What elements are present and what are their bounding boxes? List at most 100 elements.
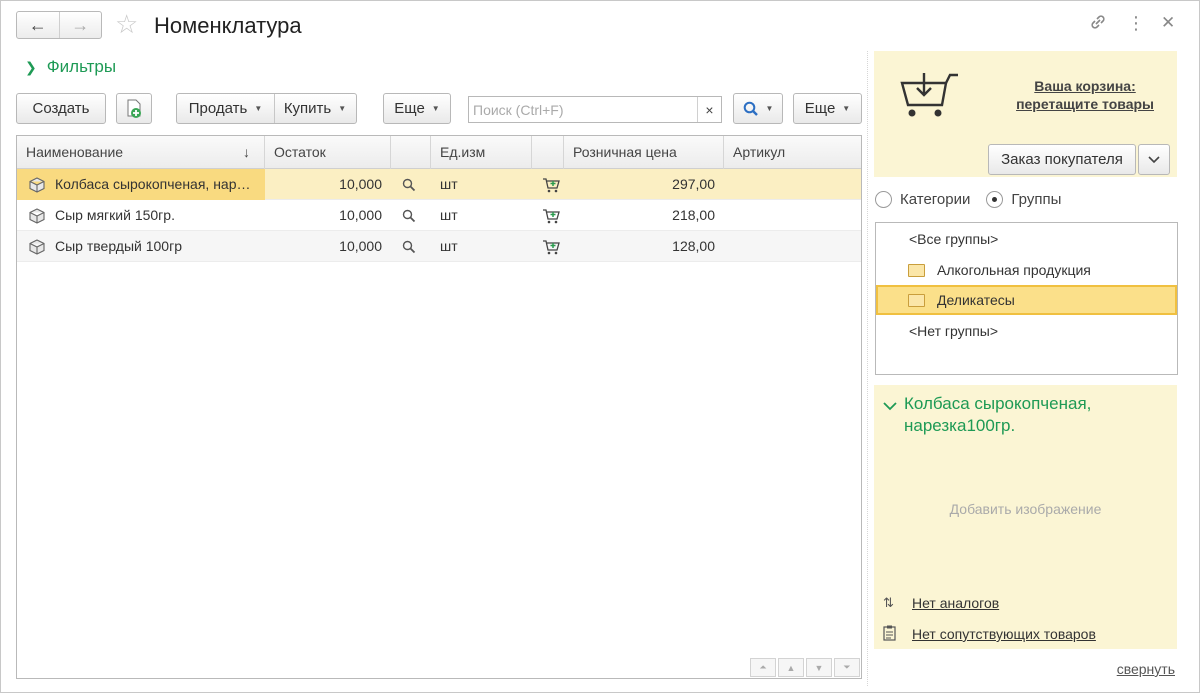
cell-stock: 10,000 <box>339 207 382 223</box>
window: ← → ☆ Номенклатура ⋮ ✕ ❯ Фильтры Создать… <box>0 0 1200 693</box>
cell-name: Колбаса сырокопченая, нарезка100гр. <box>17 169 265 200</box>
filters-label: Фильтры <box>46 57 117 76</box>
create-button-label: Создать <box>32 100 90 117</box>
cell-stock: 10,000 <box>339 238 382 254</box>
panel-divider[interactable] <box>867 51 868 686</box>
search-input[interactable] <box>469 97 695 122</box>
analogs-icon: ⇅ <box>883 595 894 610</box>
search-icon <box>743 101 758 116</box>
favorite-star-icon[interactable]: ☆ <box>115 10 138 38</box>
chevron-down-icon[interactable] <box>883 399 897 414</box>
dropdown-arrow-icon: ▼ <box>842 104 851 113</box>
related-products-link[interactable]: Нет сопутствующих товаров <box>912 626 1096 642</box>
cell-price: 297,00 <box>672 176 715 192</box>
dropdown-arrow-icon: ▼ <box>431 104 440 113</box>
sell-button[interactable]: Продать ▼ <box>177 100 274 117</box>
cell-price: 128,00 <box>672 238 715 254</box>
more-button-left[interactable]: Еще ▼ <box>383 93 451 124</box>
chevron-right-icon: ❯ <box>25 58 37 75</box>
first-page-icon[interactable]: ⏶ <box>750 658 776 677</box>
buy-button[interactable]: Купить ▼ <box>274 100 356 117</box>
chevron-down-icon <box>1148 155 1160 163</box>
dropdown-arrow-icon: ▼ <box>765 104 774 113</box>
cell-unit: шт <box>440 238 458 254</box>
column-header-article[interactable]: Артикул <box>724 136 861 169</box>
radio-groups-label[interactable]: Группы <box>1011 191 1061 208</box>
cell-unit: шт <box>440 207 458 223</box>
table-row[interactable]: Колбаса сырокопченая, нарезка100гр. 10,0… <box>17 169 861 200</box>
folder-icon <box>908 294 925 307</box>
cell-article <box>733 231 853 262</box>
column-header-unit[interactable]: Ед.изм <box>431 136 532 169</box>
forward-button[interactable]: → <box>58 12 102 38</box>
product-icon <box>29 177 45 193</box>
cell-article <box>733 169 853 200</box>
column-header-price[interactable]: Розничная цена <box>564 136 724 169</box>
radio-categories-label[interactable]: Категории <box>900 191 970 208</box>
clipboard-icon <box>883 625 896 641</box>
folder-icon <box>908 264 925 277</box>
link-icon[interactable] <box>1089 13 1107 36</box>
cell-stock: 10,000 <box>339 176 382 192</box>
cart-drop-icon <box>900 73 958 117</box>
column-header-stock[interactable]: Остаток <box>265 136 391 169</box>
buy-button-label: Купить <box>283 100 332 117</box>
radio-categories[interactable] <box>875 191 892 208</box>
list-item-selected[interactable]: Деликатесы <box>876 285 1177 315</box>
radio-groups[interactable] <box>986 191 1004 208</box>
search-icon[interactable] <box>402 240 416 254</box>
add-image-link[interactable]: Добавить изображение <box>874 501 1177 517</box>
cell-unit: шт <box>440 176 458 192</box>
cell-name: Сыр мягкий 150гр. <box>55 207 175 223</box>
back-button[interactable]: ← <box>17 12 59 38</box>
navigation-buttons: ← → <box>16 11 102 39</box>
filters-toggle[interactable]: ❯ Фильтры <box>25 57 116 77</box>
add-to-cart-icon[interactable] <box>542 239 560 255</box>
dropdown-arrow-icon: ▼ <box>338 104 347 113</box>
product-details-panel: Колбаса сырокопченая, нарезка100гр. Доба… <box>874 385 1177 649</box>
cart-hint[interactable]: Ваша корзина: перетащите товары <box>1016 77 1154 113</box>
clear-search-button[interactable]: × <box>697 97 721 122</box>
table-row[interactable]: Сыр мягкий 150гр. 10,000 шт 218,00 <box>17 200 861 231</box>
column-header-cart <box>532 136 564 169</box>
more-button-label: Еще <box>804 100 836 117</box>
previous-page-icon[interactable]: ▲ <box>778 658 804 677</box>
groups-list: <Все группы> Алкогольная продукция Делик… <box>875 222 1178 375</box>
add-document-icon <box>127 99 141 118</box>
add-to-cart-icon[interactable] <box>542 177 560 193</box>
cell-article <box>733 200 853 231</box>
products-table: Наименование ↓ Остаток Ед.изм Розничная … <box>16 135 862 679</box>
next-page-icon[interactable]: ▼ <box>806 658 832 677</box>
customer-order-dropdown[interactable] <box>1138 144 1170 175</box>
divider <box>274 94 275 123</box>
list-item[interactable]: Алкогольная продукция <box>876 255 1177 285</box>
product-title[interactable]: Колбаса сырокопченая, нарезка100гр. <box>904 393 1091 437</box>
search-field[interactable]: × <box>468 96 722 123</box>
more-menu-icon[interactable]: ⋮ <box>1127 13 1145 34</box>
more-button-right[interactable]: Еще ▼ <box>793 93 862 124</box>
column-header-stock-search <box>391 136 431 169</box>
column-header-name[interactable]: Наименование ↓ <box>17 136 265 169</box>
search-button[interactable]: ▼ <box>733 93 783 124</box>
list-item[interactable]: <Нет группы> <box>876 316 1177 346</box>
close-icon[interactable]: ✕ <box>1161 13 1175 33</box>
cell-price: 218,00 <box>672 207 715 223</box>
create-button[interactable]: Создать <box>16 93 106 124</box>
search-icon[interactable] <box>402 178 416 192</box>
table-row[interactable]: Сыр твердый 100гр 10,000 шт 128,00 <box>17 231 861 262</box>
collapse-link[interactable]: свернуть <box>1117 661 1175 677</box>
last-page-icon[interactable]: ⏷ <box>834 658 860 677</box>
table-header: Наименование ↓ Остаток Ед.изм Розничная … <box>17 136 861 169</box>
view-mode-switch: Категории Группы <box>875 191 1077 208</box>
dropdown-arrow-icon: ▼ <box>254 104 263 113</box>
page-title: Номенклатура <box>154 13 302 38</box>
search-icon[interactable] <box>402 209 416 223</box>
customer-order-button[interactable]: Заказ покупателя <box>988 144 1136 175</box>
copy-document-button[interactable] <box>116 93 152 124</box>
sell-button-label: Продать <box>188 100 248 117</box>
analogs-link[interactable]: Нет аналогов <box>912 595 999 611</box>
cell-name: Сыр твердый 100гр <box>55 238 182 254</box>
list-item[interactable]: <Все группы> <box>876 224 1177 254</box>
add-to-cart-icon[interactable] <box>542 208 560 224</box>
product-icon <box>29 208 45 224</box>
